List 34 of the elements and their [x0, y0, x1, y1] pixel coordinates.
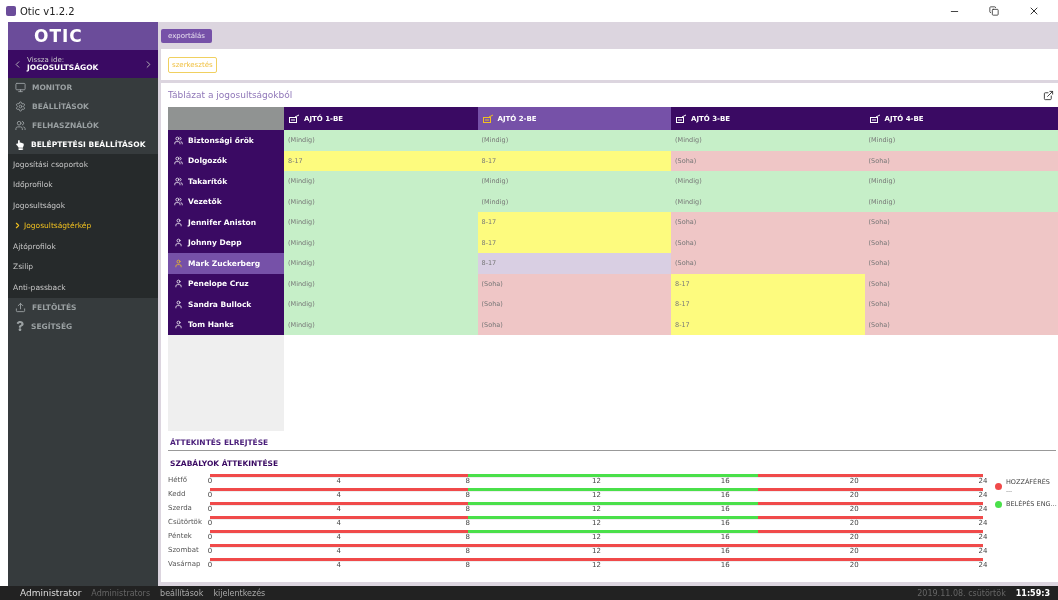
user-name: Administrator: [20, 588, 82, 598]
person-icon: [174, 320, 183, 330]
status-date: 2019.11.08. csütörtök: [917, 588, 1006, 598]
door-entry-icon: [289, 114, 300, 123]
person-icon: [174, 279, 183, 289]
table-title: Táblázat a jogosultságokból: [168, 90, 293, 100]
chevron-right-icon: [13, 221, 22, 231]
help-icon: [15, 321, 25, 331]
restore-icon: [989, 6, 999, 16]
window-title: Otic v1.2.2: [20, 5, 76, 17]
app-icon: [6, 6, 16, 16]
person-icon: [174, 258, 183, 268]
status-link[interactable]: beállítások: [160, 588, 204, 598]
upload-icon: [15, 301, 26, 313]
door-entry-icon: [676, 114, 687, 123]
person-icon: [174, 238, 183, 248]
door-entry-icon: [482, 114, 494, 123]
user-role: Administrators: [91, 588, 151, 598]
group-icon: [174, 135, 183, 145]
person-icon: [174, 299, 183, 309]
person-icon: [174, 217, 183, 227]
close-icon: [1028, 5, 1040, 17]
group-icon: [174, 176, 183, 186]
group-icon: [174, 197, 183, 207]
monitor-icon: [15, 82, 26, 93]
external-link-icon[interactable]: [1043, 89, 1054, 101]
status-time: 11:59:3: [1015, 588, 1050, 598]
gear-icon: [15, 101, 26, 112]
hand-icon: [15, 139, 25, 150]
logo: OTIC: [8, 22, 158, 50]
group-icon: [174, 156, 183, 166]
door-entry-icon: [869, 114, 881, 123]
status-link[interactable]: kijelentkezés: [213, 588, 266, 598]
users-icon: [15, 120, 26, 131]
